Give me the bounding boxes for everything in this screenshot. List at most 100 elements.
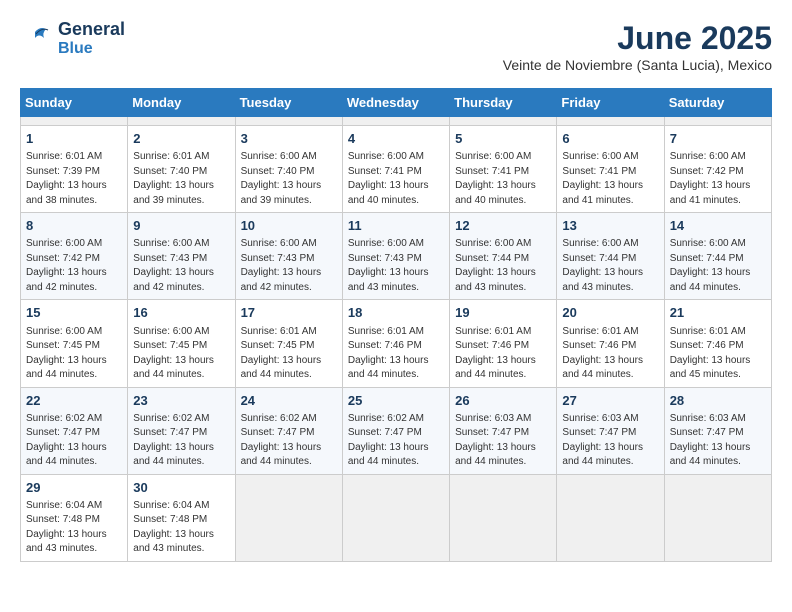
sunset-text: Sunset: 7:47 PM — [670, 427, 744, 438]
sunrise-text: Sunrise: 6:03 AM — [670, 413, 746, 424]
sunrise-text: Sunrise: 6:00 AM — [133, 326, 209, 337]
calendar-cell — [557, 117, 664, 126]
day-info: Sunrise: 6:00 AMSunset: 7:41 PMDaylight:… — [455, 150, 551, 208]
calendar-cell — [235, 474, 342, 561]
daylight-text-cont: and 41 minutes. — [562, 195, 633, 206]
sunrise-text: Sunrise: 6:03 AM — [562, 413, 638, 424]
sunrise-text: Sunrise: 6:00 AM — [455, 151, 531, 162]
calendar-cell — [664, 117, 771, 126]
calendar-cell: 21Sunrise: 6:01 AMSunset: 7:46 PMDayligh… — [664, 300, 771, 387]
sunset-text: Sunset: 7:48 PM — [26, 514, 100, 525]
calendar-cell: 16 Sunrise: 6:00 AMSunset: 7:45 PMDayligh… — [128, 300, 235, 387]
daylight-text-cont: and 38 minutes. — [26, 195, 97, 206]
daylight-text: Daylight: 13 hoursand 44 minutes. — [455, 442, 536, 468]
sunset-text: Sunset: 7:44 PM — [455, 253, 529, 264]
sunrise-text: Sunrise: 6:00 AM — [241, 238, 317, 249]
daylight-text: Daylight: 13 hoursand 44 minutes. — [670, 267, 751, 293]
sunrise-text: Sunrise: 6:02 AM — [133, 413, 209, 424]
daylight-text-cont: and 44 minutes. — [26, 456, 97, 467]
sunset-text: Sunset: 7:47 PM — [348, 427, 422, 438]
calendar-cell: 23Sunrise: 6:02 AMSunset: 7:47 PMDayligh… — [128, 387, 235, 474]
daylight-text: Daylight: 13 hoursand 44 minutes. — [455, 355, 536, 381]
daylight-text: Daylight: 13 hoursand 41 minutes. — [670, 180, 751, 206]
day-number: 18 — [348, 304, 444, 322]
calendar-cell: 4Sunrise: 6:00 AMSunset: 7:41 PMDaylight… — [342, 126, 449, 213]
day-header-tuesday: Tuesday — [235, 89, 342, 117]
daylight-text: Daylight: 13 hoursand 44 minutes. — [562, 355, 643, 381]
day-number: 25 — [348, 392, 444, 410]
sunrise-text: Sunrise: 6:01 AM — [455, 326, 531, 337]
daylight-text-cont: and 44 minutes. — [26, 369, 97, 380]
sunrise-text: Sunrise: 6:02 AM — [241, 413, 317, 424]
sunrise-text: Sunrise: 6:01 AM — [562, 326, 638, 337]
calendar-cell: 9Sunrise: 6:00 AMSunset: 7:43 PMDaylight… — [128, 213, 235, 300]
day-number: 22 — [26, 392, 122, 410]
sunset-text: Sunset: 7:41 PM — [562, 166, 636, 177]
sunset-text: Sunset: 7:44 PM — [670, 253, 744, 264]
day-info: Sunrise: 6:01 AMSunset: 7:39 PMDaylight:… — [26, 150, 122, 208]
sunset-text: Sunset: 7:44 PM — [562, 253, 636, 264]
calendar-cell: 5Sunrise: 6:00 AMSunset: 7:41 PMDaylight… — [450, 126, 557, 213]
sunset-text: Sunset: 7:40 PM — [133, 166, 207, 177]
daylight-text: Daylight: 13 hoursand 41 minutes. — [562, 180, 643, 206]
day-number: 12 — [455, 217, 551, 235]
sunset-text: Sunset: 7:39 PM — [26, 166, 100, 177]
calendar-cell: 10Sunrise: 6:00 AMSunset: 7:43 PMDayligh… — [235, 213, 342, 300]
sunset-text: Sunset: 7:45 PM — [26, 340, 100, 351]
daylight-text: Daylight: 13 hoursand 44 minutes. — [26, 442, 107, 468]
daylight-text: Daylight: 13 hoursand 44 minutes. — [133, 442, 214, 468]
day-header-friday: Friday — [557, 89, 664, 117]
calendar-cell — [450, 474, 557, 561]
logo-bird-icon — [20, 24, 50, 54]
sunset-text: Sunset: 7:43 PM — [241, 253, 315, 264]
calendar-cell: 11Sunrise: 6:00 AMSunset: 7:43 PMDayligh… — [342, 213, 449, 300]
day-number: 2 — [133, 130, 229, 148]
sunrise-text: Sunrise: 6:00 AM — [455, 238, 531, 249]
calendar-cell: 1Sunrise: 6:01 AMSunset: 7:39 PMDaylight… — [21, 126, 128, 213]
day-number: 19 — [455, 304, 551, 322]
calendar-cell — [557, 474, 664, 561]
day-number: 17 — [241, 304, 337, 322]
day-info: Sunrise: 6:00 AMSunset: 7:43 PMDaylight:… — [241, 237, 337, 295]
sunrise-text: Sunrise: 6:00 AM — [348, 238, 424, 249]
daylight-text-cont: and 44 minutes. — [348, 456, 419, 467]
day-info: Sunrise: 6:00 AMSunset: 7:44 PMDaylight:… — [670, 237, 766, 295]
calendar-cell: 26 Sunrise: 6:03 AM Sunset: 7:47 PM Dayligh… — [450, 387, 557, 474]
day-info: Sunrise: 6:00 AMSunset: 7:45 PMDaylight:… — [133, 325, 229, 383]
daylight-text: Daylight: 13 hoursand 44 minutes. — [241, 355, 322, 381]
calendar-cell — [342, 117, 449, 126]
day-header-saturday: Saturday — [664, 89, 771, 117]
sunrise-text: Sunrise: 6:01 AM — [670, 326, 746, 337]
day-number: 29 — [26, 479, 122, 497]
day-info: Sunrise: 6:00 AMSunset: 7:43 PMDaylight:… — [133, 237, 229, 295]
daylight-text: Daylight: 13 hoursand 39 minutes. — [133, 180, 214, 206]
sunset-text: Sunset: 7:47 PM — [455, 427, 529, 438]
calendar-cell: 8Sunrise: 6:00 AMSunset: 7:42 PMDaylight… — [21, 213, 128, 300]
day-info: Sunrise: 6:02 AMSunset: 7:47 PMDaylight:… — [133, 412, 229, 470]
calendar-cell: 2Sunrise: 6:01 AMSunset: 7:40 PMDaylight… — [128, 126, 235, 213]
page-title: June 2025 — [503, 20, 772, 57]
calendar-cell: 30Sunrise: 6:04 AMSunset: 7:48 PMDayligh… — [128, 474, 235, 561]
sunset-text: Sunset: 7:47 PM — [241, 427, 315, 438]
daylight-text-cont: and 44 minutes. — [133, 456, 204, 467]
calendar-cell: 22Sunrise: 6:02 AMSunset: 7:47 PMDayligh… — [21, 387, 128, 474]
daylight-text-cont: and 42 minutes. — [241, 282, 312, 293]
daylight-text: Daylight: 13 hoursand 43 minutes. — [348, 267, 429, 293]
sunrise-text: Sunrise: 6:03 AM — [455, 413, 531, 424]
day-number: 26 — [455, 392, 551, 410]
calendar-week-3: 8Sunrise: 6:00 AMSunset: 7:42 PMDaylight… — [21, 213, 772, 300]
daylight-text: Daylight: 13 hoursand 44 minutes. — [133, 355, 214, 381]
daylight-text: Daylight: 13 hoursand 44 minutes. — [26, 355, 107, 381]
daylight-text-cont: and 44 minutes. — [133, 369, 204, 380]
daylight-text: Daylight: 13 hoursand 38 minutes. — [26, 180, 107, 206]
day-header-wednesday: Wednesday — [342, 89, 449, 117]
calendar-cell — [128, 117, 235, 126]
sunset-text: Sunset: 7:40 PM — [241, 166, 315, 177]
day-number: 16 — [133, 304, 229, 322]
day-number: 4 — [348, 130, 444, 148]
sunset-text: Sunset: 7:48 PM — [133, 514, 207, 525]
calendar-cell: 17Sunrise: 6:01 AMSunset: 7:45 PMDayligh… — [235, 300, 342, 387]
calendar-week-5: 22Sunrise: 6:02 AMSunset: 7:47 PMDayligh… — [21, 387, 772, 474]
calendar-cell: 12Sunrise: 6:00 AMSunset: 7:44 PMDayligh… — [450, 213, 557, 300]
logo-blue: Blue — [58, 40, 125, 58]
